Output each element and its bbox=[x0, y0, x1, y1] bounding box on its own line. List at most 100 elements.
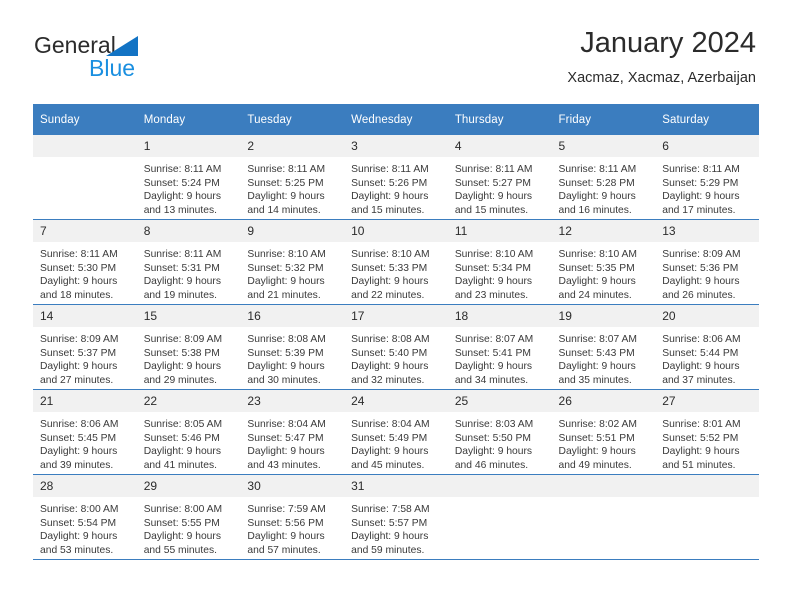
sunset-text: Sunset: 5:34 PM bbox=[454, 262, 531, 274]
sunset-text: Sunset: 5:41 PM bbox=[454, 347, 531, 359]
day-number: 7 bbox=[33, 220, 137, 242]
day-number: 2 bbox=[240, 135, 345, 157]
calendar-day-cell[interactable]: 13 Sunrise: 8:09 AM Sunset: 5:36 PM Dayligh… bbox=[655, 219, 759, 305]
calendar-day-cell[interactable]: 28 Sunrise: 8:00 AM Sunset: 5:54 PM Dayligh… bbox=[33, 474, 137, 560]
sunrise-text: Sunrise: 8:09 AM bbox=[662, 249, 741, 260]
daylight-text-line1: Daylight: 9 hours bbox=[454, 276, 533, 288]
logo-text-blue: Blue bbox=[89, 55, 136, 81]
calendar-day-cell[interactable]: 9 Sunrise: 8:10 AM Sunset: 5:32 PM Daylight… bbox=[240, 219, 345, 305]
calendar-day-cell[interactable]: 2 Sunrise: 8:11 AM Sunset: 5:25 PM Daylight… bbox=[240, 135, 345, 220]
calendar-day-cell[interactable]: 20 Sunrise: 8:06 AM Sunset: 5:44 PM Dayligh… bbox=[655, 304, 759, 390]
sunset-text: Sunset: 5:56 PM bbox=[247, 517, 324, 529]
day-number: 25 bbox=[447, 390, 552, 412]
daylight-text-line2: and 13 minutes. bbox=[143, 204, 217, 216]
sunset-text: Sunset: 5:24 PM bbox=[143, 177, 220, 189]
calendar-day-cell[interactable]: 26 Sunrise: 8:02 AM Sunset: 5:51 PM Dayligh… bbox=[551, 389, 656, 475]
calendar-day-cell[interactable]: 8 Sunrise: 8:11 AM Sunset: 5:31 PM Daylight… bbox=[136, 219, 241, 305]
calendar-day-cell[interactable]: 15 Sunrise: 8:09 AM Sunset: 5:38 PM Dayligh… bbox=[136, 304, 241, 390]
calendar-day-cell[interactable]: 29 Sunrise: 8:00 AM Sunset: 5:55 PM Dayligh… bbox=[136, 474, 241, 560]
calendar-day-cell[interactable]: 6 Sunrise: 8:11 AM Sunset: 5:29 PM Daylight… bbox=[655, 135, 759, 220]
daylight-text-line2: and 16 minutes. bbox=[558, 204, 632, 216]
daylight-text-line2: and 45 minutes. bbox=[351, 459, 425, 471]
day-number: 5 bbox=[551, 135, 656, 157]
calendar-head: Sunday Monday Tuesday Wednesday Thursday… bbox=[33, 104, 759, 135]
day-details: Sunrise: 8:08 AM Sunset: 5:39 PM Daylight:… bbox=[240, 327, 344, 387]
day-number: 11 bbox=[447, 220, 552, 242]
sunrise-text: Sunrise: 8:11 AM bbox=[143, 164, 222, 175]
daylight-text-line1: Daylight: 9 hours bbox=[351, 276, 429, 288]
day-number bbox=[447, 475, 552, 497]
day-details: Sunrise: 8:10 AM Sunset: 5:33 PM Daylight:… bbox=[344, 242, 448, 302]
calendar-day-cell-empty bbox=[447, 474, 552, 560]
day-number: 24 bbox=[344, 390, 448, 412]
sunrise-text: Sunrise: 8:11 AM bbox=[143, 249, 222, 260]
calendar-day-cell[interactable]: 17 Sunrise: 8:08 AM Sunset: 5:40 PM Dayligh… bbox=[344, 304, 448, 390]
daylight-text-line2: and 15 minutes. bbox=[351, 204, 425, 216]
weekday-header-row: Sunday Monday Tuesday Wednesday Thursday… bbox=[33, 104, 759, 135]
calendar-day-cell[interactable]: 16 Sunrise: 8:08 AM Sunset: 5:39 PM Dayligh… bbox=[240, 304, 345, 390]
calendar-day-cell[interactable]: 25 Sunrise: 8:03 AM Sunset: 5:50 PM Dayligh… bbox=[447, 389, 552, 475]
day-number: 18 bbox=[447, 305, 552, 327]
sunset-text: Sunset: 5:30 PM bbox=[40, 262, 117, 274]
daylight-text-line1: Daylight: 9 hours bbox=[351, 446, 429, 458]
daylight-text-line1: Daylight: 9 hours bbox=[351, 531, 429, 543]
calendar-week-row: 14 Sunrise: 8:09 AM Sunset: 5:37 PM Dayligh… bbox=[33, 304, 759, 390]
sunset-text: Sunset: 5:31 PM bbox=[143, 262, 220, 274]
calendar-day-cell[interactable]: 12 Sunrise: 8:10 AM Sunset: 5:35 PM Dayligh… bbox=[551, 219, 656, 305]
calendar-day-cell[interactable]: 3 Sunrise: 8:11 AM Sunset: 5:26 PM Daylight… bbox=[344, 135, 448, 220]
day-details: Sunrise: 8:11 AM Sunset: 5:24 PM Daylight:… bbox=[137, 157, 241, 217]
calendar-day-cell[interactable]: 4 Sunrise: 8:11 AM Sunset: 5:27 PM Daylight… bbox=[447, 135, 552, 220]
day-number: 9 bbox=[240, 220, 345, 242]
day-number: 29 bbox=[136, 475, 241, 497]
sunset-text: Sunset: 5:40 PM bbox=[351, 347, 428, 359]
weekday-header-wednesday: Wednesday bbox=[344, 104, 448, 135]
weekday-header-sunday: Sunday bbox=[33, 104, 137, 135]
daylight-text-line2: and 59 minutes. bbox=[351, 544, 425, 556]
calendar-table: Sunday Monday Tuesday Wednesday Thursday… bbox=[33, 104, 759, 560]
day-number: 4 bbox=[447, 135, 552, 157]
calendar-day-cell[interactable]: 10 Sunrise: 8:10 AM Sunset: 5:33 PM Dayligh… bbox=[344, 219, 448, 305]
day-number: 6 bbox=[655, 135, 759, 157]
calendar-day-cell[interactable]: 23 Sunrise: 8:04 AM Sunset: 5:47 PM Dayligh… bbox=[240, 389, 345, 475]
sunrise-text: Sunrise: 8:07 AM bbox=[558, 334, 637, 345]
day-details: Sunrise: 8:04 AM Sunset: 5:47 PM Daylight:… bbox=[240, 412, 344, 472]
calendar-day-cell[interactable]: 11 Sunrise: 8:10 AM Sunset: 5:34 PM Dayligh… bbox=[447, 219, 552, 305]
sunset-text: Sunset: 5:45 PM bbox=[40, 432, 117, 444]
daylight-text-line1: Daylight: 9 hours bbox=[558, 191, 636, 203]
day-number: 28 bbox=[33, 475, 137, 497]
calendar-day-cell[interactable]: 22 Sunrise: 8:05 AM Sunset: 5:46 PM Dayligh… bbox=[136, 389, 241, 475]
calendar-day-cell[interactable]: 19 Sunrise: 8:07 AM Sunset: 5:43 PM Dayligh… bbox=[551, 304, 656, 390]
sunset-text: Sunset: 5:35 PM bbox=[558, 262, 635, 274]
calendar-day-cell[interactable]: 18 Sunrise: 8:07 AM Sunset: 5:41 PM Dayligh… bbox=[447, 304, 552, 390]
day-details: Sunrise: 8:05 AM Sunset: 5:46 PM Daylight:… bbox=[137, 412, 241, 472]
day-number: 20 bbox=[655, 305, 759, 327]
calendar-week-row: 1 Sunrise: 8:11 AM Sunset: 5:24 PM Daylight… bbox=[33, 135, 759, 220]
day-number: 22 bbox=[136, 390, 241, 412]
calendar-day-cell[interactable]: 30 Sunrise: 7:59 AM Sunset: 5:56 PM Dayligh… bbox=[240, 474, 345, 560]
sunrise-text: Sunrise: 8:07 AM bbox=[454, 334, 534, 345]
sunrise-text: Sunrise: 8:11 AM bbox=[351, 164, 429, 175]
calendar-day-cell[interactable]: 27 Sunrise: 8:01 AM Sunset: 5:52 PM Dayligh… bbox=[655, 389, 759, 475]
day-number: 17 bbox=[344, 305, 448, 327]
daylight-text-line1: Daylight: 9 hours bbox=[558, 446, 636, 458]
sunrise-text: Sunrise: 8:05 AM bbox=[143, 419, 223, 430]
sunrise-text: Sunrise: 8:00 AM bbox=[143, 504, 223, 515]
daylight-text-line1: Daylight: 9 hours bbox=[351, 191, 429, 203]
calendar-week-row: 28 Sunrise: 8:00 AM Sunset: 5:54 PM Dayligh… bbox=[33, 474, 759, 560]
calendar-day-cell[interactable]: 5 Sunrise: 8:11 AM Sunset: 5:28 PM Daylight… bbox=[551, 135, 656, 220]
sunset-text: Sunset: 5:33 PM bbox=[351, 262, 428, 274]
daylight-text-line2: and 21 minutes. bbox=[247, 289, 321, 301]
daylight-text-line2: and 37 minutes. bbox=[662, 374, 736, 386]
calendar-day-cell[interactable]: 21 Sunrise: 8:06 AM Sunset: 5:45 PM Dayligh… bbox=[33, 389, 137, 475]
calendar-day-cell[interactable]: 24 Sunrise: 8:04 AM Sunset: 5:49 PM Dayligh… bbox=[344, 389, 448, 475]
day-details: Sunrise: 8:01 AM Sunset: 5:52 PM Daylight:… bbox=[655, 412, 759, 472]
daylight-text-line2: and 18 minutes. bbox=[40, 289, 114, 301]
sunrise-text: Sunrise: 8:04 AM bbox=[351, 419, 430, 430]
sunset-text: Sunset: 5:29 PM bbox=[662, 177, 739, 189]
calendar-day-cell[interactable]: 7 Sunrise: 8:11 AM Sunset: 5:30 PM Daylight… bbox=[33, 219, 137, 305]
calendar-day-cell[interactable]: 1 Sunrise: 8:11 AM Sunset: 5:24 PM Daylight… bbox=[136, 135, 241, 220]
sunrise-text: Sunrise: 8:02 AM bbox=[558, 419, 637, 430]
generalblue-logo[interactable]: General Blue bbox=[34, 32, 234, 84]
calendar-day-cell[interactable]: 14 Sunrise: 8:09 AM Sunset: 5:37 PM Dayligh… bbox=[33, 304, 137, 390]
calendar-day-cell[interactable]: 31 Sunrise: 7:58 AM Sunset: 5:57 PM Dayligh… bbox=[344, 474, 448, 560]
